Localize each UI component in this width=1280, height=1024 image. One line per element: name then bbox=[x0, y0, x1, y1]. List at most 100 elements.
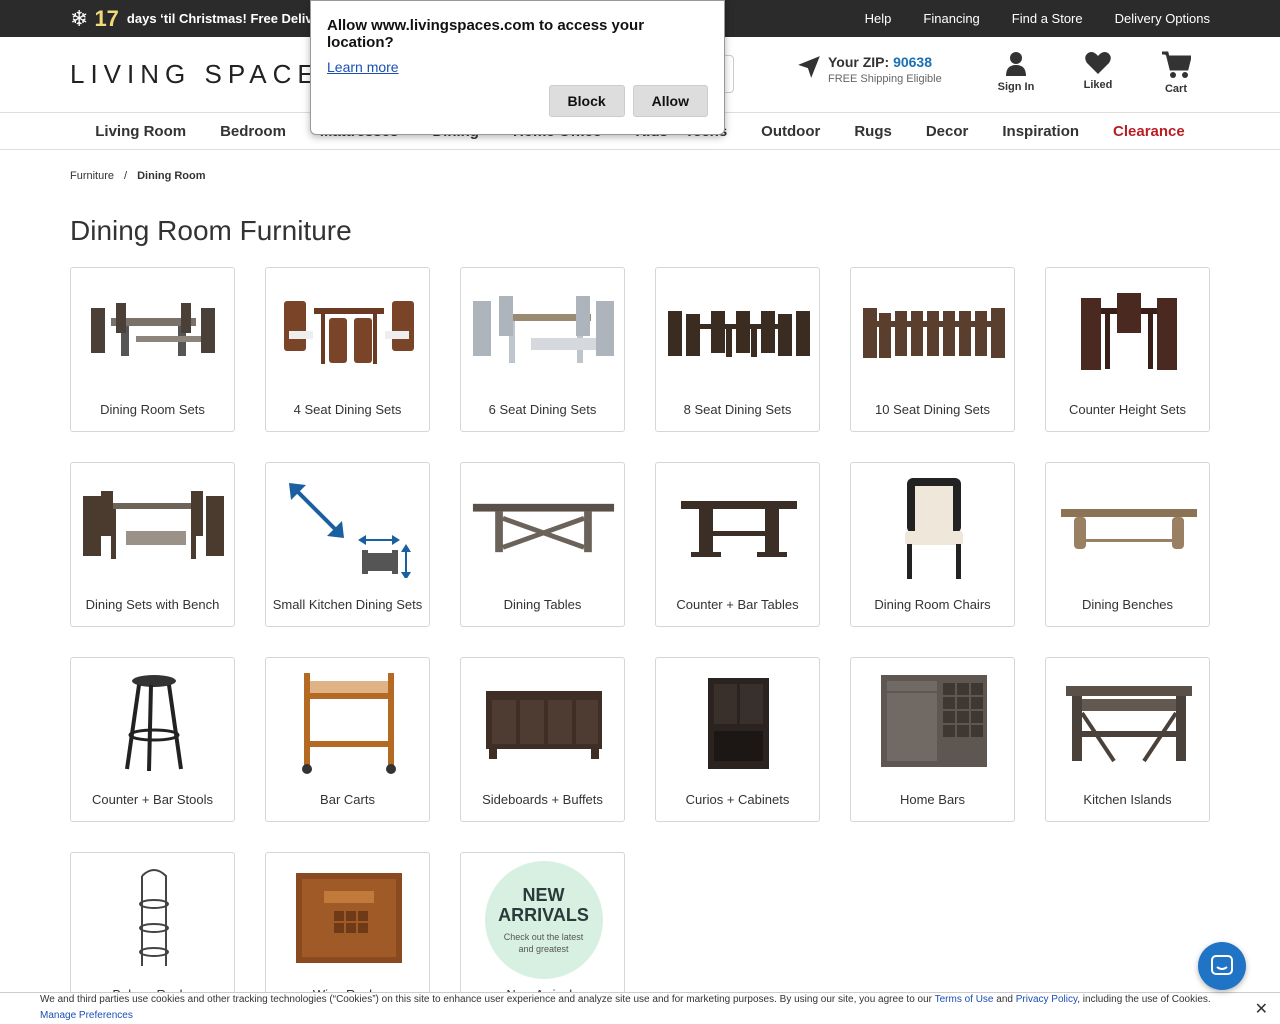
snowflake-icon: ❄ bbox=[70, 5, 89, 31]
breadcrumb-separator: / bbox=[124, 170, 128, 182]
category-label: Kitchen Islands bbox=[1083, 792, 1172, 807]
category-label: Curios + Cabinets bbox=[685, 792, 790, 807]
dining-set-icon bbox=[666, 278, 811, 388]
page-title: Dining Room Furniture bbox=[70, 215, 352, 246]
new-arrivals-icon: NEW ARRIVALS Check out the latest and gr… bbox=[471, 861, 616, 979]
promo-text: days ‘til Christmas! Free Delive bbox=[126, 11, 315, 26]
category-card[interactable]: 8 Seat Dining Sets bbox=[655, 267, 820, 432]
category-card[interactable]: Counter Height Sets bbox=[1045, 267, 1210, 432]
cart-icon bbox=[276, 668, 421, 778]
category-card[interactable]: 4 Seat Dining Sets bbox=[265, 267, 430, 432]
category-card[interactable]: Home Bars bbox=[850, 657, 1015, 822]
allow-button[interactable]: Allow bbox=[632, 85, 708, 117]
liked-label: Liked bbox=[1083, 79, 1113, 91]
category-card[interactable]: Kitchen Islands bbox=[1045, 657, 1210, 822]
category-label: 10 Seat Dining Sets bbox=[875, 402, 990, 417]
category-card[interactable]: 10 Seat Dining Sets bbox=[850, 267, 1015, 432]
nav-rugs[interactable]: Rugs bbox=[854, 123, 892, 140]
category-label: Small Kitchen Dining Sets bbox=[272, 597, 423, 612]
stool-icon bbox=[81, 668, 226, 778]
rack-icon bbox=[81, 863, 226, 973]
dining-set-icon bbox=[81, 278, 226, 388]
location-arrow-icon bbox=[798, 56, 820, 78]
category-card[interactable]: Counter + Bar Stools bbox=[70, 657, 235, 822]
category-label: Dining Sets with Bench bbox=[85, 597, 220, 612]
island-icon bbox=[1056, 668, 1201, 778]
location-permission-dialog: Allow www.livingspaces.com to access you… bbox=[310, 0, 725, 135]
chair-icon bbox=[861, 473, 1006, 583]
category-label: Bar Carts bbox=[320, 792, 375, 807]
category-card[interactable]: Dining Room Sets bbox=[70, 267, 235, 432]
nav-living-room[interactable]: Living Room bbox=[95, 123, 186, 140]
category-label: 6 Seat Dining Sets bbox=[488, 402, 597, 417]
close-icon[interactable]: ✕ bbox=[1255, 999, 1268, 1019]
category-card[interactable]: Curios + Cabinets bbox=[655, 657, 820, 822]
cookie-and: and bbox=[993, 994, 1016, 1005]
zip-label: Your ZIP: bbox=[828, 54, 890, 70]
category-label: Dining Room Sets bbox=[100, 402, 205, 417]
promo-banner[interactable]: ❄ 17 days ‘til Christmas! Free Delive bbox=[70, 0, 315, 37]
heart-icon bbox=[1085, 52, 1111, 74]
category-card[interactable]: Dining Sets with Bench bbox=[70, 462, 235, 627]
zip-value[interactable]: 90638 bbox=[893, 54, 932, 70]
category-card[interactable]: Dining Tables bbox=[460, 462, 625, 627]
find-store-link[interactable]: Find a Store bbox=[1012, 11, 1083, 26]
dining-set-icon bbox=[861, 278, 1006, 388]
wine-icon bbox=[276, 863, 421, 973]
manage-preferences-link[interactable]: Manage Preferences bbox=[40, 1010, 1240, 1021]
financing-link[interactable]: Financing bbox=[923, 11, 979, 26]
bar-icon bbox=[861, 668, 1006, 778]
terms-link[interactable]: Terms of Use bbox=[935, 994, 994, 1005]
cookie-tail: , including the use of Cookies. bbox=[1077, 994, 1211, 1005]
category-label: Counter Height Sets bbox=[1068, 402, 1187, 417]
category-card[interactable]: Sideboards + Buffets bbox=[460, 657, 625, 822]
help-link[interactable]: Help bbox=[865, 11, 892, 26]
cabinet-icon bbox=[666, 668, 811, 778]
new-arrivals-sub: Check out the latest and greatest bbox=[503, 932, 584, 954]
dining-set-icon bbox=[276, 278, 421, 388]
category-card[interactable]: Counter + Bar Tables bbox=[655, 462, 820, 627]
dialog-title: Allow www.livingspaces.com to access you… bbox=[327, 17, 645, 51]
nav-decor[interactable]: Decor bbox=[926, 123, 969, 140]
resize-icon bbox=[276, 473, 421, 583]
new-arrivals-line1: NEW bbox=[522, 885, 565, 905]
nav-clearance[interactable]: Clearance bbox=[1113, 123, 1185, 140]
delivery-options-link[interactable]: Delivery Options bbox=[1115, 11, 1210, 26]
category-label: 4 Seat Dining Sets bbox=[293, 402, 402, 417]
user-icon bbox=[1006, 52, 1026, 76]
zip-selector[interactable]: Your ZIP: 90638 FREE Shipping Eligible bbox=[796, 54, 942, 85]
category-label: Sideboards + Buffets bbox=[482, 792, 603, 807]
breadcrumb-furniture[interactable]: Furniture bbox=[70, 170, 114, 182]
nav-bedroom[interactable]: Bedroom bbox=[220, 123, 286, 140]
category-card[interactable]: Small Kitchen Dining Sets bbox=[265, 462, 430, 627]
bench-icon bbox=[1056, 473, 1201, 583]
nav-outdoor[interactable]: Outdoor bbox=[761, 123, 820, 140]
cookie-text: We and third parties use cookies and oth… bbox=[40, 994, 935, 1005]
category-label: Dining Benches bbox=[1081, 597, 1174, 612]
cookie-banner: We and third parties use cookies and oth… bbox=[0, 992, 1280, 1024]
category-label: Counter + Bar Stools bbox=[91, 792, 214, 807]
category-label: 8 Seat Dining Sets bbox=[683, 402, 792, 417]
sign-in-label: Sign In bbox=[997, 81, 1035, 93]
days-count: 17 bbox=[94, 5, 119, 31]
privacy-link[interactable]: Privacy Policy bbox=[1016, 994, 1078, 1005]
category-card[interactable]: Dining Benches bbox=[1045, 462, 1210, 627]
dining-set-icon bbox=[471, 278, 616, 388]
site-logo[interactable]: LIVING SPACES bbox=[70, 59, 344, 90]
cart-icon bbox=[1162, 51, 1191, 78]
liked-button[interactable]: Liked bbox=[1068, 51, 1128, 91]
breadcrumb-current: Dining Room bbox=[137, 170, 206, 182]
learn-more-link[interactable]: Learn more bbox=[327, 59, 399, 75]
category-card[interactable]: Bar Carts bbox=[265, 657, 430, 822]
chat-icon bbox=[1211, 955, 1233, 975]
dining-set-icon bbox=[81, 473, 226, 583]
new-arrivals-line2: ARRIVALS bbox=[498, 905, 589, 925]
cart-button[interactable]: Cart bbox=[1146, 51, 1206, 95]
category-card[interactable]: 6 Seat Dining Sets bbox=[460, 267, 625, 432]
block-button[interactable]: Block bbox=[548, 85, 625, 117]
nav-inspiration[interactable]: Inspiration bbox=[1002, 123, 1079, 140]
chat-button[interactable] bbox=[1198, 942, 1246, 990]
sign-in-button[interactable]: Sign In bbox=[986, 51, 1046, 93]
breadcrumb: Furniture / Dining Room bbox=[70, 170, 206, 182]
category-card[interactable]: Dining Room Chairs bbox=[850, 462, 1015, 627]
